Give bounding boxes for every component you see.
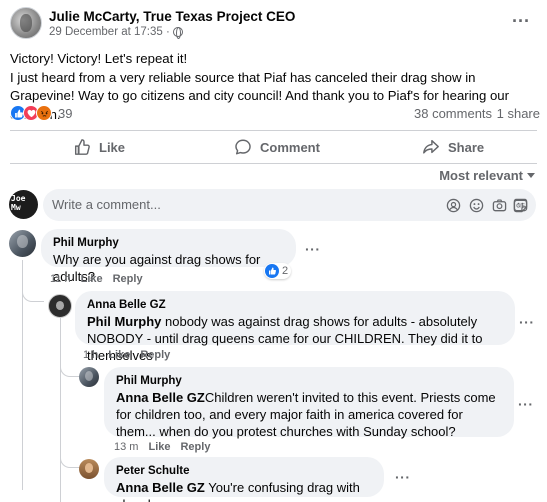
current-user-avatar[interactable]: Joe Mw (9, 190, 38, 219)
sticker-icon[interactable] (513, 198, 528, 213)
commenter-name[interactable]: Phil Murphy (53, 236, 284, 250)
share-button[interactable]: Share (422, 133, 484, 161)
like-button-label: Like (99, 139, 126, 155)
comment-time[interactable]: 13 m (114, 441, 138, 453)
comment-meta: 13 m Like Reply (114, 441, 210, 453)
mention-link[interactable]: Anna Belle GZ (116, 390, 205, 405)
reaction-count[interactable]: 39 (58, 106, 72, 121)
comment-like-link[interactable]: Like (108, 349, 130, 361)
comment-more-options-icon[interactable]: ··· (395, 469, 411, 485)
reaction-icons[interactable] (10, 105, 52, 121)
thumbs-up-icon (74, 139, 90, 155)
share-arrow-icon (423, 139, 439, 154)
divider (10, 163, 537, 164)
comments-count[interactable]: 38 comments (414, 106, 492, 121)
comment-sort-dropdown[interactable]: Most relevant (439, 168, 535, 183)
comment-bubble: Phil Murphy Why are you against drag sho… (41, 229, 296, 284)
comment-reaction-badge[interactable]: 2 (264, 263, 292, 279)
comment-like-link[interactable]: Like (148, 441, 170, 453)
globe-icon (172, 27, 183, 39)
comment-button-label: Comment (260, 139, 320, 155)
comment-more-options-icon[interactable]: ··· (305, 241, 321, 257)
thread-connector (60, 454, 80, 468)
comment-bubble: Peter Schulte Anna Belle GZ You're confu… (104, 457, 384, 502)
angry-reaction-icon (36, 105, 52, 121)
commenter-avatar[interactable] (48, 294, 72, 318)
comment-time[interactable]: 11 h (50, 273, 71, 285)
divider (10, 130, 537, 131)
like-reaction-icon (265, 264, 279, 278)
chevron-down-icon (527, 173, 535, 178)
share-button-label: Share (448, 139, 485, 155)
comment-reaction-count: 2 (282, 265, 289, 277)
avatar-sticker-icon[interactable] (446, 198, 461, 213)
commenter-avatar[interactable] (79, 459, 99, 479)
comment-button[interactable]: Comment (234, 133, 320, 161)
comment-reply-link[interactable]: Reply (113, 273, 143, 285)
mention-link[interactable]: Phil Murphy (87, 314, 161, 329)
comment-more-options-icon[interactable]: ··· (518, 396, 534, 412)
comment-meta: 1 h Like Reply (83, 349, 170, 361)
shares-count[interactable]: 1 share (497, 106, 540, 121)
reactions-row: 39 38 comments 1 share (10, 105, 540, 123)
comment-input[interactable] (52, 197, 412, 212)
commenter-avatar[interactable] (9, 230, 36, 257)
comment-bubble: Anna Belle GZ Phil Murphy nobody was aga… (75, 291, 515, 363)
post-author-name[interactable]: Julie McCarty, True Texas Project CEO (49, 9, 295, 24)
thread-connector (22, 288, 44, 302)
commenter-name[interactable]: Phil Murphy (116, 374, 502, 388)
comment-time[interactable]: 1 h (83, 349, 98, 361)
comment-meta: 11 h Like Reply (50, 273, 143, 285)
comment-reply-link[interactable]: Reply (180, 441, 210, 453)
mention-link[interactable]: Anna Belle GZ (116, 480, 205, 495)
comment-composer[interactable]: GIF (43, 189, 536, 221)
comment-reply-link[interactable]: Reply (140, 349, 170, 361)
post-body-line: Victory! Victory! Let's repeat it! (10, 51, 188, 66)
commenter-name[interactable]: Peter Schulte (116, 464, 372, 478)
post-meta: 29 December at 17:35 · (49, 26, 183, 39)
comment-like-link[interactable]: Like (81, 273, 103, 285)
post-header: Julie McCarty, True Texas Project CEO 29… (0, 0, 547, 44)
commenter-name[interactable]: Anna Belle GZ (87, 298, 503, 312)
comment-bubble-icon (235, 139, 251, 155)
author-avatar[interactable] (10, 7, 42, 39)
comment-bubble: Phil Murphy Anna Belle GZChildren weren'… (104, 367, 514, 439)
post-more-options-icon[interactable]: ··· (512, 12, 530, 30)
commenter-avatar[interactable] (79, 367, 99, 387)
post-timestamp[interactable]: 29 December at 17:35 · (49, 26, 170, 38)
like-button[interactable]: Like (73, 133, 125, 161)
comment-more-options-icon[interactable]: ··· (519, 314, 535, 330)
post-action-bar: Like Comment Share (10, 133, 537, 161)
thread-line (60, 318, 61, 502)
camera-icon[interactable] (492, 198, 507, 213)
sort-label: Most relevant (439, 168, 523, 183)
emoji-icon[interactable] (469, 198, 484, 213)
thread-connector (60, 361, 80, 377)
